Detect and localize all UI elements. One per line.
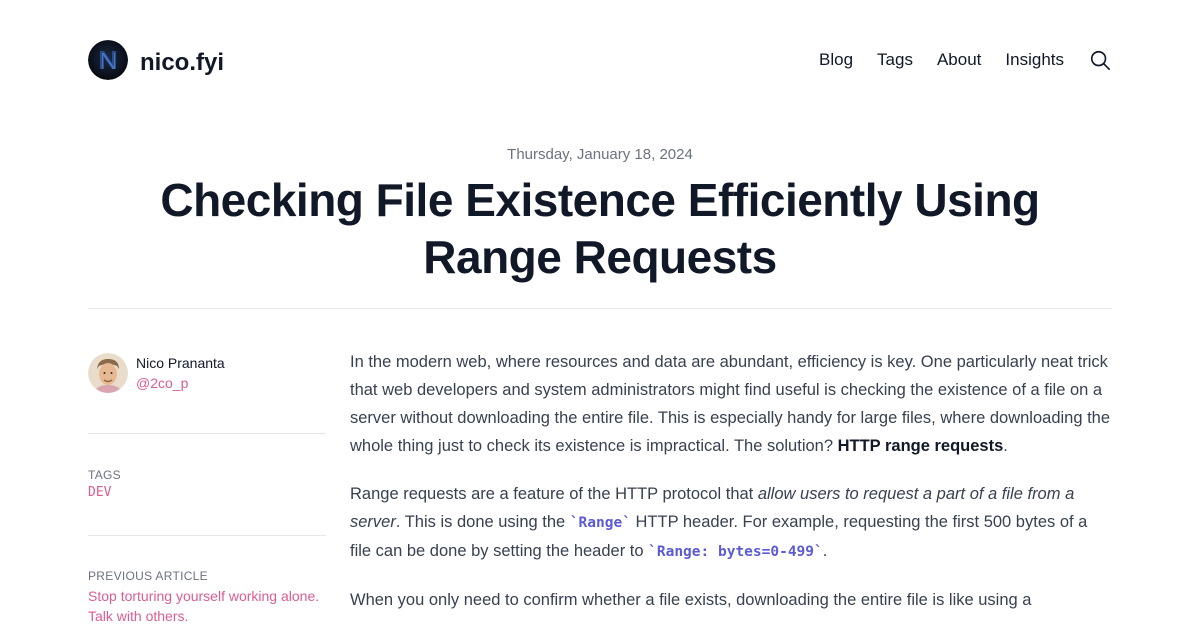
author-handle-link[interactable]: @2co_p: [136, 373, 225, 393]
search-icon: [1090, 50, 1110, 70]
author-card: Nico Prananta @2co_p: [88, 352, 326, 393]
site-name: nico.fyi: [140, 49, 225, 76]
logo-icon: [88, 40, 128, 80]
nav-insights[interactable]: Insights: [1005, 40, 1064, 80]
inline-code: `Range: bytes=0-499`: [648, 544, 823, 560]
previous-article-link[interactable]: Stop torturing yourself working alone. T…: [88, 586, 326, 626]
post-date: Thursday, January 18, 2024: [507, 146, 693, 163]
paragraph: Range requests are a feature of the HTTP…: [350, 480, 1112, 566]
nav-blog[interactable]: Blog: [819, 40, 853, 80]
paragraph-text: Range requests are a feature of the HTTP…: [350, 485, 758, 503]
paragraph: When you only need to confirm whether a …: [350, 586, 1112, 614]
paragraph-text: When you only need to confirm whether a …: [350, 591, 1032, 609]
tags-section: TAGS DEV: [88, 467, 326, 503]
home-link[interactable]: nico.fyi: [88, 40, 224, 80]
post-body: In the modern web, where resources and d…: [350, 348, 1112, 634]
sidebar-divider: [88, 535, 326, 536]
tag-link-dev[interactable]: DEV: [88, 483, 326, 503]
tags-label: TAGS: [88, 468, 121, 482]
previous-article-label: PREVIOUS ARTICLE: [88, 569, 208, 583]
author-info: Nico Prananta @2co_p: [136, 353, 225, 393]
post-title: Checking File Existence Efficiently Usin…: [160, 174, 1040, 283]
inline-code: `Range`: [569, 515, 631, 531]
sidebar-divider: [88, 433, 326, 434]
paragraph-text: .: [822, 542, 828, 560]
nav-about[interactable]: About: [937, 40, 981, 80]
nav-tags[interactable]: Tags: [877, 40, 913, 80]
emphasis-strong: HTTP range requests: [837, 437, 1004, 455]
main-nav: Blog Tags About Insights: [795, 40, 1112, 80]
avatar: [88, 352, 128, 393]
paragraph-text: .: [1003, 437, 1008, 455]
author-name: Nico Prananta: [136, 354, 225, 371]
post-sidebar: Nico Prananta @2co_p TAGS DEV PREVIOUS A…: [88, 352, 326, 626]
title-divider: [88, 308, 1112, 309]
site-header: nico.fyi Blog Tags About Insights: [88, 40, 1112, 80]
paragraph-text: . This is done using the: [395, 513, 570, 531]
paragraph: In the modern web, where resources and d…: [350, 348, 1112, 460]
previous-article-section: PREVIOUS ARTICLE Stop torturing yourself…: [88, 568, 326, 626]
search-button[interactable]: [1088, 48, 1112, 72]
